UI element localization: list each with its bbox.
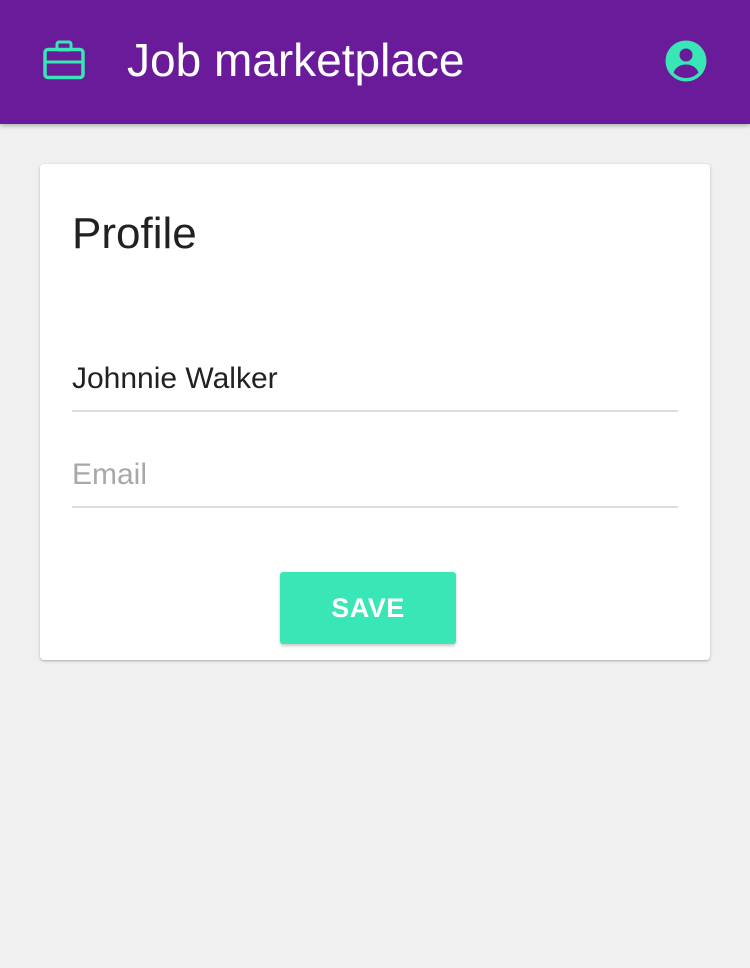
save-button[interactable]: SAVE bbox=[280, 572, 456, 644]
app-title: Job marketplace bbox=[127, 34, 465, 86]
app-bar: Job marketplace bbox=[0, 0, 750, 124]
name-input[interactable] bbox=[72, 360, 678, 398]
profile-card: Profile SAVE bbox=[40, 164, 710, 660]
email-input[interactable] bbox=[72, 456, 678, 494]
card-title: Profile bbox=[72, 209, 197, 258]
email-field-container bbox=[72, 448, 678, 508]
name-field-container bbox=[72, 352, 678, 412]
